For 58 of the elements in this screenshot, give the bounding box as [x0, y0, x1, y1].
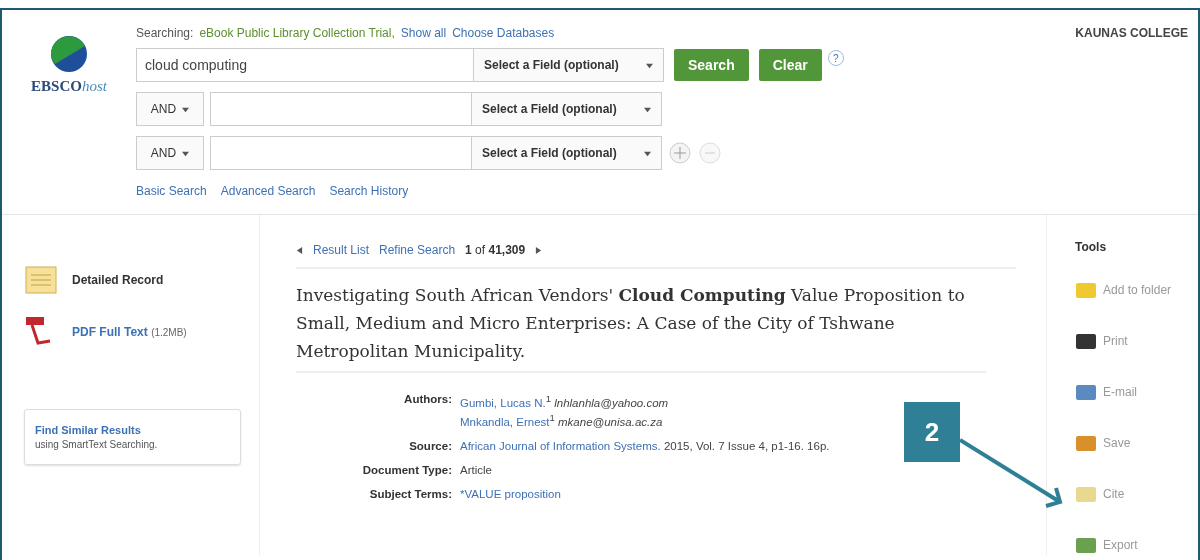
caret-icon	[644, 149, 651, 157]
field-dropdown[interactable]: Select a Field (optional)	[472, 92, 662, 126]
remove-icon[interactable]	[698, 141, 722, 165]
field-label: Authors:	[403, 393, 453, 407]
search-mode-link[interactable]: Basic Search	[136, 184, 207, 198]
database-link[interactable]: Choose Databases	[452, 26, 555, 40]
field-link[interactable]: Mnkandla, Ernest	[460, 415, 550, 428]
footnote-mark: 1	[545, 393, 551, 404]
tool-link[interactable]: Cite	[1103, 486, 1125, 501]
tools-heading: Tools	[1075, 240, 1108, 254]
next-icon	[535, 246, 543, 254]
previous-icon	[296, 246, 303, 254]
logo-icon	[49, 34, 89, 74]
format-label[interactable]: Detailed Record	[72, 273, 164, 287]
caret-icon	[644, 105, 651, 113]
field-label: Source:	[408, 439, 453, 452]
callout-badge: 2	[904, 402, 960, 462]
search-field[interactable]	[210, 136, 472, 170]
database-name: eBook Public Library Collection Trial,	[199, 26, 395, 40]
pdf-link[interactable]: PDF Full Text (1.2MB)	[72, 325, 187, 339]
operator-dropdown[interactable]: AND	[136, 136, 204, 170]
field-link[interactable]: Gumbi, Lucas N.	[460, 396, 546, 409]
tool-link[interactable]: Print	[1103, 333, 1128, 348]
result-list-link[interactable]: Result List	[313, 243, 370, 257]
operator-dropdown[interactable]: AND	[136, 92, 204, 126]
database-link[interactable]: Show all	[400, 26, 447, 40]
add-icon[interactable]	[668, 141, 692, 165]
field-link[interactable]: *VALUE proposition	[460, 487, 561, 500]
field-label: Subject Terms:	[368, 487, 453, 500]
tool-link[interactable]: Export	[1103, 537, 1138, 552]
field-value: Article	[460, 463, 492, 476]
field-dropdown[interactable]: Select a Field (optional)	[472, 136, 662, 170]
similar-results-card[interactable]: Find Similar Results using SmartText Searching.	[24, 409, 241, 465]
clear-button[interactable]: Clear	[758, 49, 822, 81]
search-field[interactable]	[210, 92, 472, 126]
footnote-mark: 1	[549, 411, 555, 423]
caret-icon	[182, 149, 190, 157]
field-label: Document Type:	[361, 463, 453, 476]
logo-text: EBSCOhost	[31, 78, 107, 95]
field-value: lnhlanhla@yahoo.com	[553, 396, 669, 409]
tool-link[interactable]: Save	[1103, 435, 1131, 450]
search-mode-link[interactable]: Advanced Search	[220, 184, 316, 198]
caret-icon	[182, 105, 190, 113]
tool-link[interactable]: E-mail	[1103, 384, 1137, 399]
field-dropdown[interactable]: Select a Field (optional)	[474, 48, 664, 82]
field-value: mkane@unisa.ac.za	[557, 415, 663, 428]
institution-name: KAUNAS COLLEGE	[1075, 26, 1189, 42]
field-link[interactable]: African Journal of Information Systems.	[460, 439, 661, 452]
search-mode-link[interactable]: Search History	[329, 184, 409, 198]
article-title: Investigating South African Vendors' Cloud Computing Value Proposition to Small, Medium and Micro Enterprises: A Case of the City of Tshwane Metropolitan Municipality.	[296, 269, 986, 373]
search-button[interactable]: Search	[674, 49, 749, 81]
caret-icon	[646, 61, 653, 69]
result-position: 1 of 41,309	[465, 243, 526, 257]
tool-link[interactable]: Add to folder	[1103, 282, 1172, 297]
refine-search-link[interactable]: Refine Search	[379, 243, 456, 257]
field-value: 2015, Vol. 7 Issue 4, p1-16. 16p.	[662, 439, 830, 452]
search-field[interactable]: cloud computing	[136, 48, 474, 82]
searching-label: Searching:	[136, 26, 194, 40]
